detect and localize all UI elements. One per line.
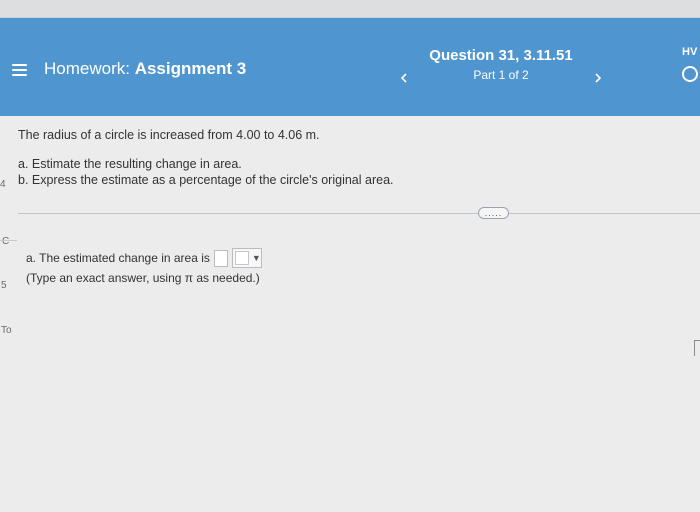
- problem-part-b: b. Express the estimate as a percentage …: [18, 173, 394, 187]
- right-edge-bracket: [694, 340, 700, 356]
- answer-block: a. The estimated change in area is ▼ (Ty…: [26, 248, 262, 285]
- homework-score-label: HV: [682, 46, 698, 58]
- edge-divider: [0, 240, 17, 241]
- question-part: Part 1 of 2: [473, 68, 529, 82]
- next-question-button[interactable]: [590, 70, 606, 86]
- dropdown-arrow-icon: ▼: [251, 253, 261, 263]
- hamburger-menu-icon[interactable]: [12, 64, 27, 77]
- question-title: Question 31, 3.11.51: [429, 47, 573, 64]
- edge-mark: C: [2, 236, 10, 247]
- chevron-left-icon: [400, 73, 407, 83]
- page: Homework: Assignment 3 Question 31, 3.11…: [0, 0, 700, 512]
- answer-row: a. The estimated change in area is ▼: [26, 248, 262, 268]
- problem-part-a: a. Estimate the resulting change in area…: [18, 157, 242, 171]
- circle-ring-icon[interactable]: [682, 66, 698, 82]
- assignment-name: Assignment 3: [134, 59, 247, 78]
- edge-mark: 5: [1, 280, 7, 291]
- browser-top-strip: [0, 0, 700, 18]
- problem-statement: The radius of a circle is increased from…: [18, 128, 320, 142]
- problem-statement-block: The radius of a circle is increased from…: [18, 128, 578, 188]
- section-divider: [18, 213, 700, 214]
- edge-mark: 4: [0, 179, 6, 190]
- edge-mark: To: [1, 325, 12, 336]
- homework-title-prefix: Homework:: [44, 59, 130, 78]
- unit-dropdown[interactable]: ▼: [231, 248, 262, 268]
- answer-label: a. The estimated change in area is: [26, 251, 210, 265]
- answer-hint: (Type an exact answer, using π as needed…: [26, 271, 260, 285]
- previous-question-button[interactable]: [396, 70, 412, 86]
- assignment-header: Homework: Assignment 3 Question 31, 3.11…: [0, 18, 700, 116]
- answer-input[interactable]: [213, 249, 228, 267]
- expand-dots-button[interactable]: .....: [478, 207, 509, 219]
- unit-dropdown-value: [234, 251, 249, 265]
- chevron-right-icon: [595, 73, 602, 83]
- homework-title: Homework: Assignment 3: [44, 59, 246, 79]
- left-panel-edge: 4 C 5 To: [0, 116, 17, 512]
- problem-parts: a. Estimate the resulting change in area…: [18, 156, 578, 188]
